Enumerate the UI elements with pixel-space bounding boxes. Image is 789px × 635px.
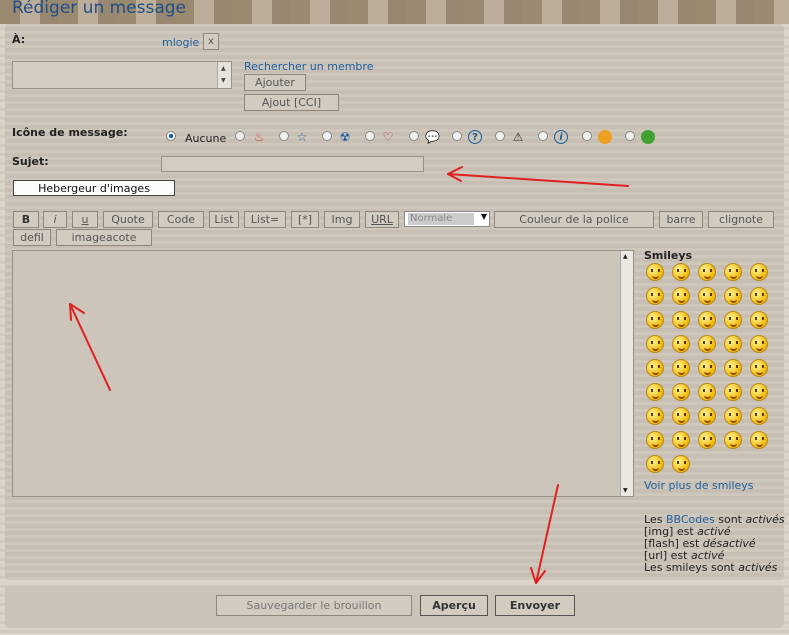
- arrow-to-send: [535, 484, 559, 584]
- arrow-to-subject: [447, 173, 629, 187]
- arrow-to-editor: [69, 303, 111, 391]
- annotation-arrows: [69, 166, 629, 584]
